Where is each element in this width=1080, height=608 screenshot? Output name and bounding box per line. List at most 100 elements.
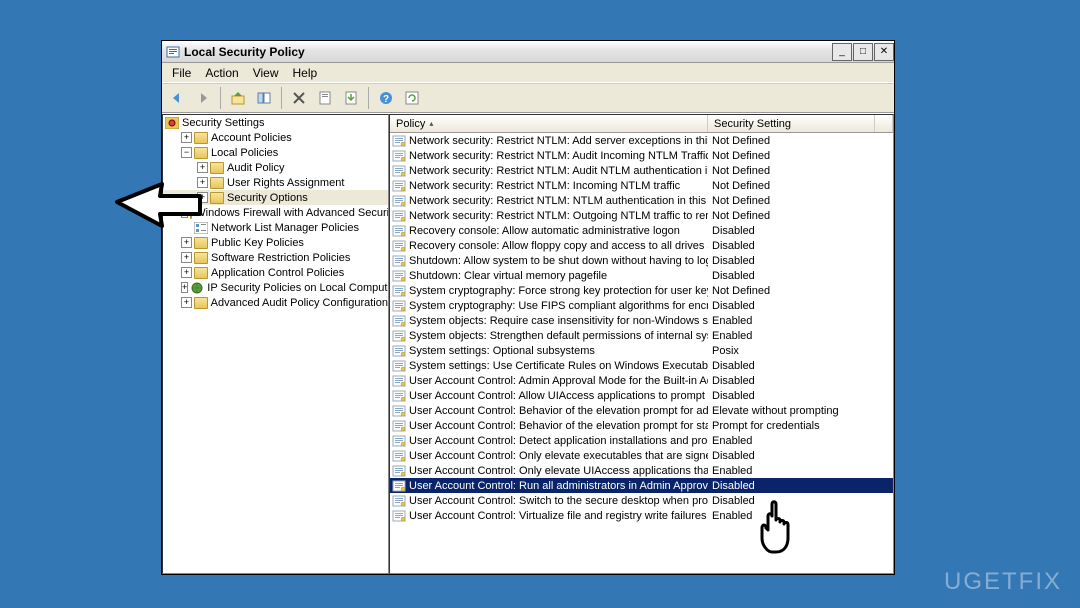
- help-button[interactable]: ?: [375, 87, 397, 109]
- list-body[interactable]: Network security: Restrict NTLM: Add ser…: [390, 133, 893, 573]
- policy-row[interactable]: User Account Control: Run all administra…: [390, 478, 893, 493]
- policy-name: User Account Control: Detect application…: [409, 435, 708, 447]
- tree-software-restriction[interactable]: +Software Restriction Policies: [163, 250, 388, 265]
- minimize-button[interactable]: _: [832, 43, 852, 61]
- expander-icon[interactable]: +: [181, 297, 192, 308]
- policy-icon: [392, 405, 406, 417]
- policy-icon: [392, 345, 406, 357]
- policy-name: Network security: Restrict NTLM: Audit N…: [409, 165, 708, 177]
- forward-button[interactable]: [192, 87, 214, 109]
- menu-action[interactable]: Action: [199, 64, 244, 82]
- policy-name: Recovery console: Allow floppy copy and …: [409, 240, 708, 252]
- policy-row[interactable]: User Account Control: Only elevate execu…: [390, 448, 893, 463]
- policy-row[interactable]: User Account Control: Detect application…: [390, 433, 893, 448]
- expander-icon[interactable]: +: [181, 237, 192, 248]
- policy-row[interactable]: User Account Control: Only elevate UIAcc…: [390, 463, 893, 478]
- expander-icon[interactable]: +: [181, 207, 188, 218]
- tree-security-options[interactable]: +Security Options: [163, 190, 388, 205]
- tree-user-rights[interactable]: +User Rights Assignment: [163, 175, 388, 190]
- policy-name: User Account Control: Admin Approval Mod…: [409, 375, 708, 387]
- tree-firewall[interactable]: +Windows Firewall with Advanced Security: [163, 205, 388, 220]
- policy-row[interactable]: System settings: Use Certificate Rules o…: [390, 358, 893, 373]
- column-policy[interactable]: Policy▴: [390, 115, 708, 132]
- maximize-button[interactable]: □: [853, 43, 873, 61]
- expander-icon[interactable]: +: [181, 282, 188, 293]
- policy-name: System objects: Strengthen default permi…: [409, 330, 708, 342]
- tree-app-control[interactable]: + Application Control Policies: [163, 265, 388, 280]
- tree-audit-policy[interactable]: +Audit Policy: [163, 160, 388, 175]
- delete-button[interactable]: [288, 87, 310, 109]
- tree-advanced-audit[interactable]: +Advanced Audit Policy Configuration: [163, 295, 388, 310]
- policy-row[interactable]: Network security: Restrict NTLM: Outgoin…: [390, 208, 893, 223]
- policy-row[interactable]: User Account Control: Behavior of the el…: [390, 403, 893, 418]
- column-security-setting[interactable]: Security Setting: [708, 115, 875, 132]
- content-area: Security Settings +Account Policies −Loc…: [162, 113, 894, 574]
- policy-row[interactable]: System cryptography: Force strong key pr…: [390, 283, 893, 298]
- policy-row[interactable]: Network security: Restrict NTLM: Audit I…: [390, 148, 893, 163]
- policy-name: System cryptography: Force strong key pr…: [409, 285, 708, 297]
- expander-icon[interactable]: +: [197, 177, 208, 188]
- tree-label: Application Control Policies: [211, 267, 344, 279]
- folder-icon: [194, 147, 208, 159]
- expander-icon[interactable]: +: [197, 162, 208, 173]
- expander-icon[interactable]: +: [181, 267, 192, 278]
- menu-view[interactable]: View: [247, 64, 285, 82]
- policy-name: System settings: Use Certificate Rules o…: [409, 360, 708, 372]
- export-button[interactable]: [340, 87, 362, 109]
- properties-button[interactable]: [314, 87, 336, 109]
- policy-setting: Disabled: [708, 255, 893, 267]
- policy-setting: Enabled: [708, 435, 893, 447]
- policy-row[interactable]: System objects: Strengthen default permi…: [390, 328, 893, 343]
- folder-icon: [194, 297, 208, 309]
- policy-icon: [392, 330, 406, 342]
- tree-network-list[interactable]: Network List Manager Policies: [163, 220, 388, 235]
- expander-icon[interactable]: +: [197, 192, 208, 203]
- column-label: Policy: [396, 118, 425, 130]
- menu-file[interactable]: File: [166, 64, 197, 82]
- policy-row[interactable]: User Account Control: Admin Approval Mod…: [390, 373, 893, 388]
- policy-row[interactable]: Network security: Restrict NTLM: Add ser…: [390, 133, 893, 148]
- policy-row[interactable]: Recovery console: Allow automatic admini…: [390, 223, 893, 238]
- titlebar[interactable]: Local Security Policy _ □ ✕: [162, 41, 894, 63]
- policy-row[interactable]: System settings: Optional subsystemsPosi…: [390, 343, 893, 358]
- close-button[interactable]: ✕: [874, 43, 894, 61]
- policy-row[interactable]: Recovery console: Allow floppy copy and …: [390, 238, 893, 253]
- policy-row[interactable]: Network security: Restrict NTLM: Incomin…: [390, 178, 893, 193]
- policy-row[interactable]: User Account Control: Behavior of the el…: [390, 418, 893, 433]
- policy-row[interactable]: Shutdown: Allow system to be shut down w…: [390, 253, 893, 268]
- back-button[interactable]: [166, 87, 188, 109]
- policy-name: User Account Control: Behavior of the el…: [409, 405, 708, 417]
- policy-setting: Disabled: [708, 240, 893, 252]
- up-button[interactable]: [227, 87, 249, 109]
- policy-name: Network security: Restrict NTLM: Outgoin…: [409, 210, 708, 222]
- policy-setting: Disabled: [708, 300, 893, 312]
- tree-account-policies[interactable]: +Account Policies: [163, 130, 388, 145]
- tree-root[interactable]: Security Settings: [163, 115, 388, 130]
- folder-icon: [190, 207, 192, 219]
- policy-row[interactable]: System objects: Require case insensitivi…: [390, 313, 893, 328]
- tree-public-key[interactable]: +Public Key Policies: [163, 235, 388, 250]
- policy-row[interactable]: User Account Control: Switch to the secu…: [390, 493, 893, 508]
- expander-icon[interactable]: +: [181, 132, 192, 143]
- policy-row[interactable]: User Account Control: Virtualize file an…: [390, 508, 893, 523]
- tree-label: Security Settings: [182, 117, 265, 129]
- policy-row[interactable]: System cryptography: Use FIPS compliant …: [390, 298, 893, 313]
- expander-icon[interactable]: −: [181, 147, 192, 158]
- show-hide-button[interactable]: [253, 87, 275, 109]
- policy-setting: Enabled: [708, 510, 893, 522]
- policy-row[interactable]: Shutdown: Clear virtual memory pagefileD…: [390, 268, 893, 283]
- policy-row[interactable]: Network security: Restrict NTLM: Audit N…: [390, 163, 893, 178]
- policy-icon: [392, 180, 406, 192]
- policy-name: User Account Control: Only elevate execu…: [409, 450, 708, 462]
- policy-setting: Disabled: [708, 450, 893, 462]
- tree-panel[interactable]: Security Settings +Account Policies −Loc…: [162, 114, 389, 574]
- policy-row[interactable]: Network security: Restrict NTLM: NTLM au…: [390, 193, 893, 208]
- refresh-button[interactable]: [401, 87, 423, 109]
- policy-row[interactable]: User Account Control: Allow UIAccess app…: [390, 388, 893, 403]
- app-icon: [166, 45, 180, 59]
- expander-icon[interactable]: +: [181, 252, 192, 263]
- tree-local-policies[interactable]: −Local Policies: [163, 145, 388, 160]
- tree-ip-security[interactable]: + IP Security Policies on Local Computer: [163, 280, 388, 295]
- menu-help[interactable]: Help: [287, 64, 324, 82]
- tree-label: IP Security Policies on Local Computer: [207, 282, 389, 294]
